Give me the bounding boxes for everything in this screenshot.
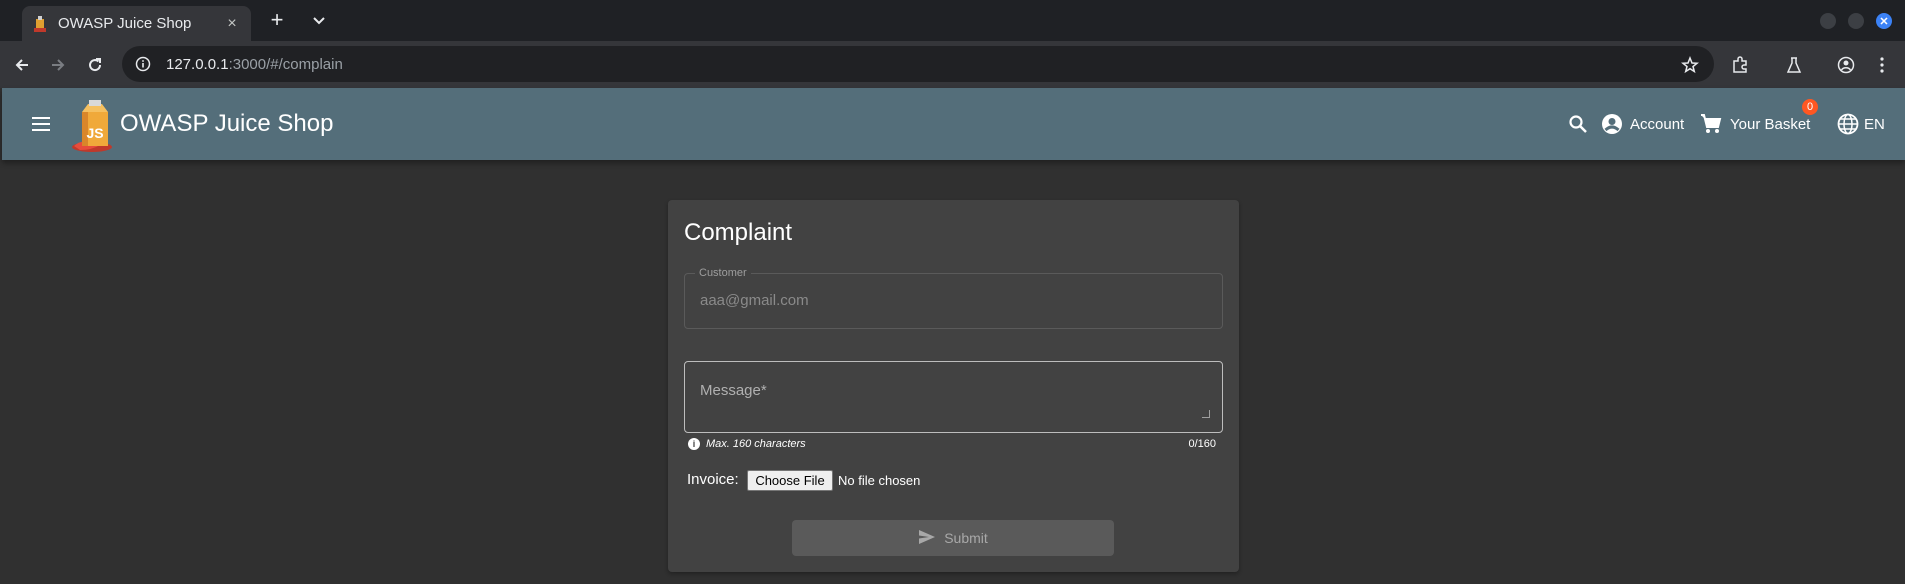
site-info-icon[interactable]	[134, 55, 152, 73]
profile-icon[interactable]	[1834, 53, 1858, 77]
address-bar[interactable]: 127.0.0.1:3000/#/complain	[122, 46, 1714, 82]
svg-text:JS: JS	[86, 125, 103, 141]
character-counter: 0/160	[1188, 438, 1216, 450]
customer-field: Customer aaa@gmail.com	[684, 267, 1223, 329]
message-placeholder: Message*	[700, 382, 767, 399]
tab-title: OWASP Juice Shop	[58, 15, 192, 32]
customer-label: Customer	[695, 267, 751, 279]
reload-icon[interactable]	[83, 53, 107, 77]
account-icon[interactable]	[1600, 112, 1624, 136]
browser-menu-icon[interactable]	[1870, 53, 1894, 77]
browser-tab[interactable]: OWASP Juice Shop ×	[22, 6, 251, 41]
juice-shop-favicon-icon	[32, 15, 48, 32]
basket-count-badge: 0	[1802, 99, 1818, 115]
info-icon: i	[688, 438, 700, 450]
complaint-title: Complaint	[684, 219, 793, 246]
account-label[interactable]: Account	[1630, 116, 1684, 133]
extensions-icon[interactable]	[1728, 53, 1752, 77]
forward-arrow-icon[interactable]	[46, 53, 70, 77]
choose-file-button[interactable]: Choose File	[747, 470, 833, 491]
submit-label: Submit	[944, 530, 988, 546]
url-path: :3000/#/complain	[228, 55, 343, 73]
new-tab-button[interactable]: +	[266, 9, 288, 31]
shopping-cart-icon[interactable]	[1699, 112, 1723, 136]
url-text: 127.0.0.1:3000/#/complain	[166, 56, 343, 73]
message-textarea[interactable]: Message*	[684, 361, 1223, 433]
message-hint-text: Max. 160 characters	[706, 438, 806, 450]
window-close-button[interactable]: ✕	[1876, 13, 1892, 29]
tab-close-icon[interactable]: ×	[223, 15, 241, 33]
juice-shop-logo[interactable]: JS	[70, 98, 122, 154]
brand-title[interactable]: OWASP Juice Shop	[120, 110, 333, 138]
app-header: JS OWASP Juice Shop Account Your Basket …	[2, 88, 1905, 160]
minimize-button[interactable]	[1820, 13, 1836, 29]
hamburger-menu-icon[interactable]	[28, 111, 54, 137]
send-icon	[918, 529, 936, 548]
basket-label[interactable]: Your Basket	[1730, 116, 1810, 133]
bookmark-star-icon[interactable]	[1678, 53, 1702, 77]
globe-language-icon[interactable]	[1836, 112, 1860, 136]
url-host: 127.0.0.1	[166, 55, 229, 73]
maximize-button[interactable]	[1848, 13, 1864, 29]
submit-button[interactable]: Submit	[792, 520, 1114, 556]
complaint-card: Complaint Customer aaa@gmail.com Message…	[668, 200, 1239, 572]
back-arrow-icon[interactable]	[10, 53, 34, 77]
invoice-label: Invoice:	[687, 471, 739, 488]
tab-list-chevron-icon[interactable]	[308, 10, 330, 32]
labs-flask-icon[interactable]	[1782, 53, 1806, 77]
browser-tabstrip: OWASP Juice Shop × + ✕	[0, 0, 1905, 41]
resize-handle-icon[interactable]	[1202, 410, 1210, 418]
search-icon[interactable]	[1566, 112, 1590, 136]
language-label[interactable]: EN	[1864, 116, 1885, 133]
no-file-chosen-text: No file chosen	[838, 473, 921, 488]
customer-value: aaa@gmail.com	[700, 292, 809, 309]
message-hint: i Max. 160 characters	[688, 438, 806, 450]
browser-toolbar: 127.0.0.1:3000/#/complain	[0, 41, 1905, 88]
